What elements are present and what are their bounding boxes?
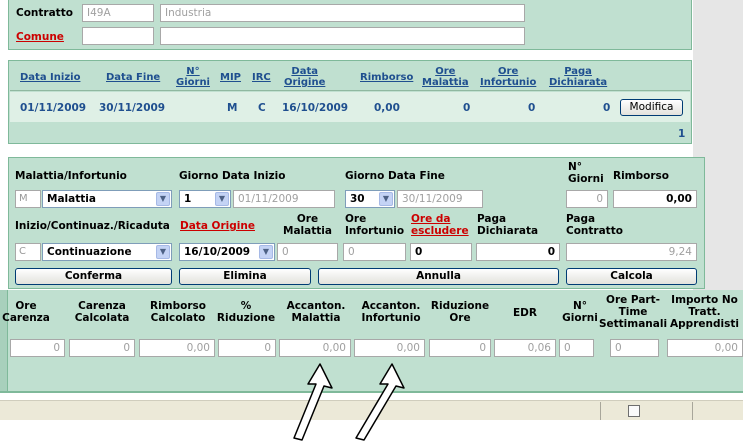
n-giorni-field[interactable]: 0 [566, 190, 608, 208]
edr-label: EDR [513, 307, 537, 319]
col-header-irc[interactable]: IRC [252, 72, 271, 83]
row-data-inizio: 01/11/2009 [20, 102, 87, 114]
col-header-data-fine[interactable]: Data Fine [106, 72, 160, 83]
paga-dichiarata-label: Paga Dichiarata [477, 213, 539, 237]
ore-part-time-label: Ore Part- Time Settimanali [598, 294, 668, 330]
malattia-code-field[interactable]: M [15, 190, 41, 208]
carenza-calcolata-field[interactable]: 0 [69, 339, 135, 357]
row-irc: C [258, 102, 266, 114]
col-header-ore-malattia[interactable]: Ore Malattia [422, 66, 469, 88]
ore-part-time-field[interactable]: 0 [610, 339, 659, 357]
col-header-paga-dichiarata[interactable]: Paga Dichiarata [549, 66, 607, 88]
malattia-infortunio-label: Malattia/Infortunio [15, 170, 127, 182]
col-header-mip[interactable]: MIP [220, 72, 241, 83]
chevron-down-icon[interactable]: ▼ [259, 245, 273, 259]
paga-contratto-label: Paga Contratto [566, 213, 623, 237]
page-number[interactable]: 1 [678, 128, 685, 140]
malattia-select[interactable]: Malattia ▼ [42, 190, 172, 208]
inizio-continuaz-select[interactable]: Continuazione ▼ [42, 243, 172, 261]
data-inizio-field[interactable]: 01/11/2009 [233, 190, 335, 208]
contratto-label: Contratto [16, 7, 73, 19]
perc-riduzione-field[interactable]: 0 [218, 339, 276, 357]
row-data-fine: 30/11/2009 [99, 102, 166, 114]
accanton-infortunio-label: Accanton. Infortunio [361, 300, 421, 324]
row-paga-dichiarata: 0 [603, 102, 611, 114]
accanton-malattia-field[interactable]: 0,00 [279, 339, 351, 357]
col-header-ore-infortunio[interactable]: Ore Infortunio [480, 66, 536, 88]
chevron-down-icon[interactable]: ▼ [156, 245, 170, 259]
comune-description-field[interactable] [160, 27, 525, 45]
annulla-button[interactable]: Annulla [318, 268, 559, 285]
row-rimborso: 0,00 [374, 102, 400, 114]
ore-infortunio-label: Ore Infortunio [345, 213, 405, 237]
conferma-button[interactable]: Conferma [15, 268, 172, 285]
edr-field[interactable]: 0,06 [494, 339, 556, 357]
status-bar-divider [692, 402, 693, 420]
riduzione-ore-field[interactable]: 0 [429, 339, 491, 357]
giorno-data-inizio-label: Giorno Data Inizio [179, 170, 286, 182]
rimborso-calcolato-field[interactable]: 0,00 [139, 339, 215, 357]
inizio-code-field[interactable]: C [15, 243, 41, 261]
row-ore-malattia: 0 [463, 102, 471, 114]
chevron-down-icon[interactable]: ▼ [156, 192, 170, 206]
paga-dichiarata-field[interactable]: 0 [476, 243, 560, 261]
data-origine-select[interactable]: 16/10/2009 ▼ [179, 243, 275, 261]
col-header-n-giorni[interactable]: N° Giorni [176, 66, 210, 88]
n-giorni-label: N° Giorni [568, 161, 604, 185]
chevron-down-icon[interactable]: ▼ [215, 192, 229, 206]
row-ore-infortunio: 0 [528, 102, 536, 114]
ore-malattia-label: Ore Malattia [283, 213, 332, 237]
comune-link[interactable]: Comune [16, 31, 64, 43]
annotation-arrows [293, 363, 405, 441]
modifica-button[interactable]: Modifica [620, 99, 683, 116]
paga-contratto-field[interactable]: 9,24 [566, 243, 697, 261]
contratto-code-field[interactable]: I49A [82, 4, 154, 22]
row-mip: M [227, 102, 238, 114]
ore-carenza-field[interactable]: 0 [10, 339, 65, 357]
perc-riduzione-label: % Riduzione [216, 300, 276, 324]
riduzione-ore-label: Riduzione Ore [430, 300, 490, 324]
ore-infortunio-field[interactable]: 0 [343, 243, 406, 261]
giorno-inizio-select[interactable]: 1 ▼ [179, 190, 231, 208]
ore-da-escludere-link[interactable]: Ore da escludere [411, 213, 469, 237]
rimborso-calcolato-label: Rimborso Calcolato [150, 300, 206, 324]
ore-carenza-label: Ore Carenza [2, 300, 50, 324]
contratto-description-field[interactable]: Industria [160, 4, 525, 22]
carenza-calcolata-label: Carenza Calcolata [74, 300, 130, 324]
inizio-continuaz-ricaduta-label: Inizio/Continuaz./Ricaduta [15, 220, 170, 232]
col-header-data-inizio[interactable]: Data Inizio [20, 72, 80, 83]
col-header-rimborso[interactable]: Rimborso [360, 72, 413, 83]
ore-malattia-field[interactable]: 0 [277, 243, 338, 261]
grid-header-divider [10, 90, 690, 91]
rimborso-label: Rimborso [613, 170, 669, 182]
accanton-malattia-label: Accanton. Malattia [286, 300, 346, 324]
comune-code-field[interactable] [82, 27, 154, 45]
status-bar-divider [600, 402, 601, 420]
chevron-down-icon[interactable]: ▼ [379, 192, 393, 206]
giorno-fine-select[interactable]: 30 ▼ [345, 190, 395, 208]
importo-no-tratt-field[interactable]: 0,00 [667, 339, 743, 357]
accanton-infortunio-field[interactable]: 0,00 [354, 339, 425, 357]
arrow-icon [293, 363, 333, 441]
status-page-icon [628, 405, 640, 417]
giorno-data-fine-label: Giorno Data Fine [345, 170, 445, 182]
calcola-button[interactable]: Calcola [566, 268, 697, 285]
ore-escludere-field[interactable]: 0 [410, 243, 472, 261]
importo-no-tratt-label: Importo No Tratt. Apprendisti [670, 294, 739, 330]
data-origine-link[interactable]: Data Origine [180, 220, 255, 232]
row-data-origine: 16/10/2009 [282, 102, 349, 114]
n-giorni-result-field[interactable]: 0 [559, 339, 594, 357]
data-fine-field[interactable]: 30/11/2009 [397, 190, 483, 208]
col-header-data-origine[interactable]: Data Origine [284, 66, 325, 88]
rimborso-field[interactable]: 0,00 [613, 190, 697, 208]
arrow-icon [355, 363, 405, 441]
elimina-button[interactable]: Elimina [179, 268, 311, 285]
